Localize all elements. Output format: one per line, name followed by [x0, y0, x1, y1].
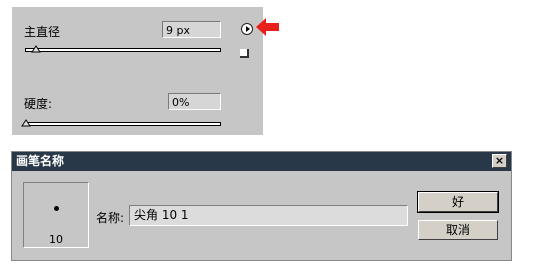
- ok-button[interactable]: 好: [417, 191, 499, 213]
- name-input[interactable]: 尖角 10 1: [129, 205, 408, 226]
- brush-preview-size: 10: [49, 233, 63, 246]
- circle-arrow-right-icon[interactable]: [241, 23, 253, 35]
- close-button[interactable]: ×: [492, 154, 507, 168]
- name-label: 名称:: [96, 211, 125, 225]
- hardness-label: 硬度:: [24, 97, 53, 111]
- diameter-value-field[interactable]: 9 px: [162, 21, 221, 38]
- diameter-slider-track[interactable]: [25, 48, 221, 52]
- hardness-value-field[interactable]: 0%: [168, 93, 221, 110]
- hardness-slider-thumb[interactable]: [21, 119, 31, 127]
- dialog-title: 画笔名称: [16, 154, 65, 168]
- cancel-button[interactable]: 取消: [418, 220, 498, 240]
- red-arrow-icon: [256, 18, 279, 36]
- brush-options-panel: 主直径 9 px 硬度: 0%: [12, 7, 263, 135]
- dialog-titlebar[interactable]: 画笔名称: [12, 152, 511, 171]
- resize-corner-icon[interactable]: [240, 49, 249, 58]
- brush-preview: 10: [23, 182, 89, 248]
- hardness-slider-track[interactable]: [25, 122, 221, 126]
- brush-tip-dot: [54, 206, 59, 211]
- diameter-label: 主直径: [24, 25, 61, 39]
- brush-name-dialog: 画笔名称 × 10 名称: 尖角 10 1 好 取消: [11, 151, 512, 261]
- diameter-slider-thumb[interactable]: [30, 45, 41, 53]
